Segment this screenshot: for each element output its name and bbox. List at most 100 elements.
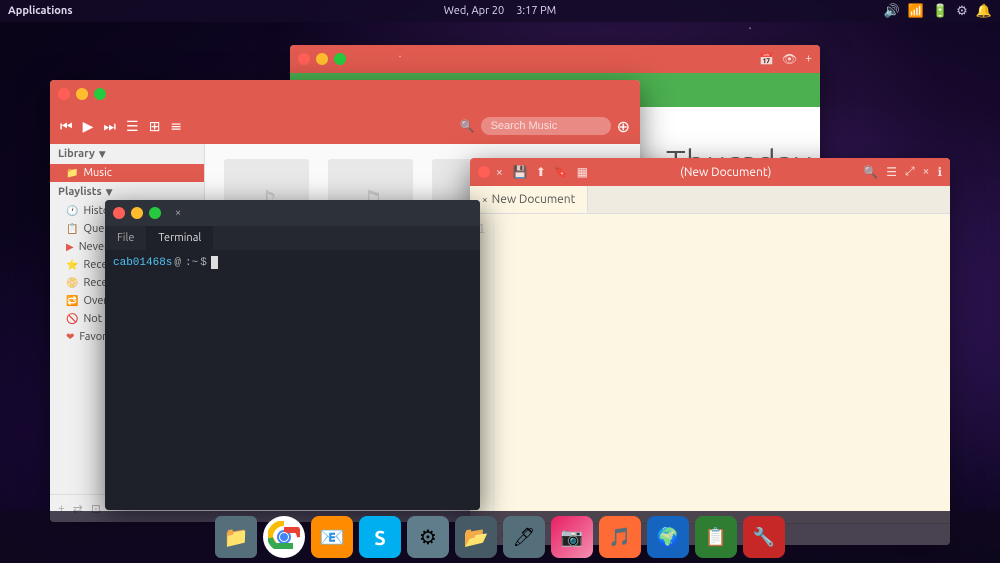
terminal-user: cab01468s [113, 257, 172, 269]
app-menu-label[interactable]: Applications [8, 5, 73, 17]
editor-upload-icon[interactable]: ⬆ [536, 165, 546, 179]
editor-expand-icon[interactable]: ⤢ [905, 165, 915, 179]
battery-icon: 🔋 [932, 4, 948, 19]
inkscape-icon: 🖊 [513, 527, 536, 548]
editor-line-numbers: 1 [478, 222, 494, 515]
app-green-icon: 📋 [705, 527, 727, 548]
dock-app-red[interactable]: 🔧 [743, 516, 785, 558]
terminal-prompt: cab01468s @ :~ $ [113, 256, 472, 269]
touchpad-icon: 📧 [320, 525, 345, 549]
photos-icon: 📷 [561, 527, 583, 548]
editor-info-icon[interactable]: ℹ [937, 165, 942, 179]
chrome-icon [268, 521, 300, 553]
dock-touchpad[interactable]: 📧 [311, 516, 353, 558]
volume-icon[interactable]: 🔊 [884, 4, 900, 19]
skype-s-icon: S [374, 526, 385, 549]
terminal-at: @ [174, 257, 181, 269]
terminal-dollar: $ [200, 257, 207, 269]
editor-list-icon[interactable]: ☰ [886, 165, 897, 179]
playlists-chevron-icon[interactable]: ▼ [106, 187, 113, 198]
music-grid-icon[interactable]: ⊞ [149, 118, 161, 135]
dock-files2[interactable]: 📂 [455, 516, 497, 558]
editor-tab-close[interactable]: × [482, 194, 488, 205]
music-search-input[interactable] [481, 117, 611, 135]
menubar-left: Applications [8, 5, 73, 17]
cal-close-button[interactable] [298, 53, 310, 65]
editor-window: × 💾 ⬆ 🔖 ▦ (New Document) 🔍 ☰ ⤢ × ℹ × New… [470, 158, 950, 545]
music-app-icon: 🎵 [609, 527, 631, 548]
dock-app-green[interactable]: 📋 [695, 516, 737, 558]
music-prev-icon[interactable]: ⏮ [60, 118, 73, 135]
settings-app-icon: ⚙ [419, 525, 437, 549]
editor-content[interactable] [502, 222, 942, 515]
music-view-icon[interactable]: ≡ [170, 118, 182, 135]
editor-title-text: (New Document) [594, 166, 857, 179]
dock-browser[interactable]: 🌍 [647, 516, 689, 558]
library-chevron-icon[interactable]: ▼ [99, 149, 106, 160]
overplayed-icon: 🔁 [66, 295, 78, 307]
terminal-tabs: File Terminal [105, 226, 480, 250]
cal-icon-3[interactable]: + [805, 52, 812, 66]
notification-icon[interactable]: 🔔 [976, 4, 992, 19]
terminal-min-button[interactable] [131, 207, 143, 219]
cal-min-button[interactable] [316, 53, 328, 65]
terminal-window: × File Terminal cab01468s @ :~ $ [105, 200, 480, 510]
music-sidebar-music[interactable]: 📁 Music [50, 164, 204, 182]
terminal-body[interactable]: cab01468s @ :~ $ [105, 250, 480, 510]
terminal-close-button[interactable] [113, 207, 125, 219]
not-recent-icon: 🚫 [66, 313, 78, 325]
cal-icon-2[interactable]: 👁 [782, 52, 797, 66]
terminal-tab-1[interactable]: Terminal [146, 226, 213, 250]
editor-tab-1[interactable]: × New Document [470, 186, 588, 213]
editor-search-icon[interactable]: 🔍 [863, 165, 878, 179]
terminal-max-button[interactable] [149, 207, 161, 219]
music-play-icon[interactable]: ▶ [83, 118, 94, 135]
dock-chrome[interactable] [263, 516, 305, 558]
music-library-section: Library ▼ [50, 144, 204, 164]
music-next-icon[interactable]: ⏭ [103, 118, 116, 135]
recently-added-icon: 📀 [66, 277, 78, 289]
editor-close-icon[interactable]: × [496, 166, 503, 179]
wifi-icon[interactable]: 📶 [908, 4, 924, 19]
editor-textarea[interactable] [502, 222, 942, 512]
terminal-cursor [211, 256, 218, 269]
terminal-titlebar: × [105, 200, 480, 226]
music-close-button[interactable] [58, 88, 70, 100]
music-folder-icon: 📁 [66, 167, 78, 179]
music-list-icon[interactable]: ☰ [126, 118, 139, 135]
editor-grid-icon[interactable]: ▦ [577, 165, 588, 179]
music-add-icon[interactable]: ⊕ [617, 117, 630, 136]
cal-icon-1[interactable]: 📅 [759, 52, 774, 66]
browser-icon: 🌍 [657, 527, 679, 548]
taskbar: 📁 📧 S ⚙ 📂 🖊 [0, 511, 1000, 563]
editor-bookmark-icon[interactable]: 🔖 [554, 165, 569, 179]
music-min-button[interactable] [76, 88, 88, 100]
editor-titlebar: × 💾 ⬆ 🔖 ▦ (New Document) 🔍 ☰ ⤢ × ℹ [470, 158, 950, 186]
music-titlebar [50, 80, 640, 108]
editor-close-x-icon[interactable]: × [923, 165, 930, 179]
cal-titlebar: 📅 👁 + [290, 45, 820, 73]
menubar-center: Wed, Apr 20 3:17 PM [444, 5, 556, 17]
music-max-button[interactable] [94, 88, 106, 100]
dock-settings-app[interactable]: ⚙ [407, 516, 449, 558]
favorites-icon: ❤ [66, 331, 74, 343]
dock-music-app[interactable]: 🎵 [599, 516, 641, 558]
editor-body[interactable]: 1 [470, 214, 950, 523]
terminal-path: :~ [185, 257, 198, 269]
queue-icon: 📋 [66, 223, 78, 235]
files-icon: 📁 [224, 525, 249, 549]
menubar-time: 3:17 PM [516, 5, 556, 17]
menubar-date: Wed, Apr 20 [444, 5, 504, 17]
dock-files[interactable]: 📁 [215, 516, 257, 558]
recent-fav-icon: ⭐ [66, 259, 78, 271]
files2-icon: 📂 [464, 525, 489, 549]
dock-inkscape[interactable]: 🖊 [503, 516, 545, 558]
terminal-file-label[interactable]: File [105, 226, 146, 250]
settings-icon[interactable]: ⚙ [956, 4, 968, 19]
dock-photos[interactable]: 📷 [551, 516, 593, 558]
cal-titlebar-icons: 📅 👁 + [759, 52, 812, 66]
editor-save-icon[interactable]: 💾 [513, 165, 528, 179]
dock-skype-s[interactable]: S [359, 516, 401, 558]
editor-close-button[interactable] [478, 166, 490, 178]
cal-max-button[interactable] [334, 53, 346, 65]
